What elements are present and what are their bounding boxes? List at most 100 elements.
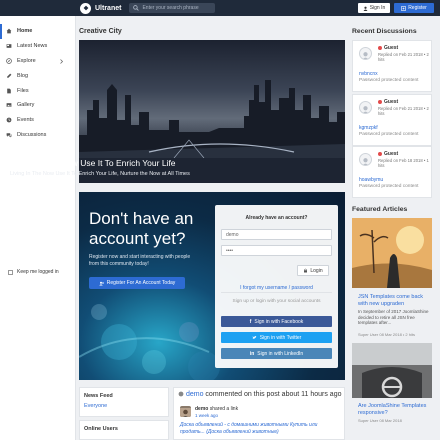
remember-label: Keep me logged in <box>17 269 59 275</box>
activity-user-link[interactable]: demo <box>186 391 204 398</box>
facebook-signin-button[interactable]: f Sign in with Facebook <box>221 316 332 327</box>
article-excerpt: In September of 2017 JoomlaShine decided… <box>358 309 429 325</box>
password-field[interactable]: •••• <box>221 245 332 256</box>
sidebar-item-label: Explore <box>17 57 36 64</box>
sidebar: Home Latest News Explore Blog Files Gall… <box>0 16 76 440</box>
status-dot <box>378 46 382 50</box>
news-feed-filter-everyone[interactable]: Everyone <box>80 399 168 409</box>
discussion-author: Guest <box>378 99 398 105</box>
discussion-topic-link[interactable]: hoawbymu <box>359 177 383 183</box>
sidebar-item-label: Home <box>17 28 33 35</box>
discussion-status: Password protected content <box>359 132 419 137</box>
remember-me[interactable]: Keep me logged in <box>8 269 59 275</box>
online-users-module: Online Users <box>79 420 169 440</box>
facebook-icon: f <box>249 318 252 325</box>
login-label: Login <box>310 267 323 274</box>
article-image[interactable] <box>352 218 432 288</box>
login-heading: Already have an account? <box>245 215 308 221</box>
post-time[interactable]: 1 week ago <box>195 413 218 418</box>
register-label: Register <box>408 5 427 11</box>
discussion-item[interactable]: Guest Replied on Feb 21 2018 • 2 hits kg… <box>352 94 432 146</box>
sidebar-item-events[interactable]: Events <box>0 113 75 128</box>
online-users-title: Online Users <box>84 426 118 432</box>
article-title-link[interactable]: JSN Templates come back with new upgrade… <box>358 294 432 307</box>
recent-discussions-title: Recent Discussions <box>352 28 417 35</box>
sign-in-button[interactable]: Sign In <box>358 3 390 13</box>
sidebar-item-label: Blog <box>17 72 29 79</box>
news-icon <box>6 44 12 48</box>
hero-title[interactable]: Living In The Now Use It To Enrich Your … <box>10 158 176 168</box>
top-bar: Ultranet Enter your search phrase Sign I… <box>0 0 440 16</box>
sidebar-item-explore[interactable]: Explore <box>0 54 75 69</box>
login-form: Already have an account? demo •••• Login… <box>215 205 338 368</box>
username-field[interactable]: demo <box>221 229 332 240</box>
remember-checkbox[interactable] <box>8 269 13 275</box>
activity-stream-item: demo commented on this post about 11 hou… <box>173 387 345 440</box>
brand-name: Ultranet <box>95 4 122 12</box>
linkedin-signin-button[interactable]: in Sign in with LinkedIn <box>221 348 332 359</box>
sidebar-item-label: Files <box>17 87 29 94</box>
status-dot <box>378 100 382 104</box>
login-button[interactable]: Login <box>297 265 329 276</box>
facebook-signin-label: Sign in with Facebook <box>254 318 304 325</box>
linkedin-signin-label: Sign in with LinkedIn <box>257 350 304 357</box>
comment-icon <box>178 391 184 397</box>
discussion-topic-link[interactable]: nvbncnx <box>359 71 378 77</box>
sidebar-item-home[interactable]: Home <box>0 24 75 39</box>
article-title-link[interactable]: Are JoomlaShine Templates responsive? <box>358 403 432 416</box>
discussion-item[interactable]: Guest Replied on Feb 18 2018 • 1 hits ho… <box>352 146 432 198</box>
search-input[interactable]: Enter your search phrase <box>129 3 216 13</box>
twitter-signin-button[interactable]: Sign in with Twitter <box>221 332 332 343</box>
register-account-label: Register For An Account Today <box>106 280 176 286</box>
discussion-date: Replied on Feb 21 2018 • 2 hits <box>378 106 429 116</box>
activity-action: commented on this post about 11 hours ag… <box>205 391 342 398</box>
news-feed-title: News Feed <box>84 393 113 399</box>
discussion-date: Replied on Feb 21 2018 • 2 hits <box>378 52 429 62</box>
article-image[interactable] <box>352 343 432 398</box>
sidebar-item-files[interactable]: Files <box>0 83 75 98</box>
register-button[interactable]: Register <box>394 3 434 13</box>
post-text[interactable]: Доска объявлений - с домашними животными… <box>180 422 340 436</box>
login-divider <box>221 292 332 293</box>
twitter-signin-label: Sign in with Twitter <box>259 334 302 341</box>
status-dot <box>378 152 382 156</box>
image-icon <box>6 103 12 108</box>
sidebar-item-blog[interactable]: Blog <box>0 68 75 83</box>
guest-avatar <box>359 47 372 60</box>
user-icon <box>363 6 368 11</box>
search-placeholder: Enter your search phrase <box>142 5 199 11</box>
home-icon <box>6 28 12 34</box>
search-icon <box>133 5 140 11</box>
section-title: Creative City <box>79 28 122 35</box>
promo-text: Register now and start interacting with … <box>89 254 191 267</box>
sidebar-item-label: Latest News <box>17 43 48 50</box>
post-author: demo shared a link <box>195 406 238 412</box>
forgot-password-link[interactable]: I forgot my username / password <box>215 285 338 291</box>
calendar-icon <box>6 117 12 123</box>
discussion-item[interactable]: Guest Replied on Feb 21 2018 • 2 hits nv… <box>352 40 432 92</box>
hero-subtitle: Living In The Now Use It To Enrich Your … <box>10 171 190 177</box>
lock-icon <box>304 268 308 273</box>
brand-logo[interactable]: Ultranet <box>80 2 122 14</box>
guest-avatar <box>359 153 372 166</box>
user-plus-icon <box>98 281 104 285</box>
register-icon <box>401 5 406 11</box>
sidebar-item-latest-news[interactable]: Latest News <box>0 39 75 54</box>
featured-articles-title: Featured Articles <box>352 206 408 213</box>
sidebar-item-gallery[interactable]: Gallery <box>0 98 75 113</box>
comments-icon <box>6 133 12 138</box>
post-author-name[interactable]: demo <box>195 406 208 412</box>
sidebar-item-discussions[interactable]: Discussions <box>0 128 75 143</box>
avatar[interactable] <box>180 406 191 417</box>
article-meta: Super User 08 Mar 2018 <box>358 418 402 423</box>
post-action: shared a link <box>209 406 239 412</box>
compass-icon <box>6 58 12 64</box>
activity-header: demo commented on this post about 11 hou… <box>178 391 342 398</box>
register-account-button[interactable]: Register For An Account Today <box>89 277 185 289</box>
sidebar-item-label: Discussions <box>17 131 47 138</box>
blog-icon <box>7 73 12 78</box>
discussion-author: Guest <box>378 45 398 51</box>
discussion-topic-link[interactable]: kgmzpkf <box>359 125 378 131</box>
social-login-note: Sign up or login with your social accoun… <box>232 299 321 304</box>
sign-in-label: Sign In <box>369 5 386 11</box>
